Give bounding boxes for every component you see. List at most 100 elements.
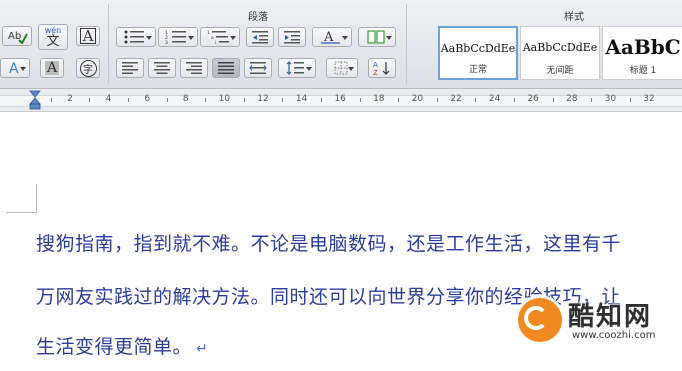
style-heading1-card[interactable]: AaBbC 标题 1 — [602, 26, 682, 80]
ruler-tick-label: 16 — [334, 94, 346, 104]
text-direction-button[interactable]: A — [312, 27, 352, 47]
character-border-char: A — [79, 28, 97, 44]
borders-icon — [334, 61, 348, 75]
page-margin-corner — [6, 184, 37, 213]
sort-button[interactable]: AZ — [368, 58, 396, 78]
style-normal-card[interactable]: AaBbCcDdEe 正常 — [438, 26, 518, 80]
group-separator — [108, 4, 109, 84]
paragraph-group-title: 段落 — [248, 12, 268, 23]
watermark-title: 酷知网 — [568, 302, 653, 332]
bullet-list-icon — [124, 30, 144, 44]
distributed-button[interactable] — [244, 58, 272, 78]
enclose-characters-button[interactable]: 字 — [76, 58, 100, 78]
align-center-button[interactable] — [148, 58, 176, 78]
borders-button[interactable] — [326, 58, 358, 78]
ruler-tick-mark — [320, 98, 322, 102]
document-line-1[interactable]: 搜狗指南，指到就不难。不论是电脑数码，还是工作生活，这里有千 — [36, 229, 621, 256]
ruler-tick-mark — [282, 98, 284, 102]
columns-icon — [367, 30, 385, 44]
svg-text:Z: Z — [373, 69, 378, 76]
watermark: 酷知网 www.coozhi.com — [514, 292, 682, 350]
decrease-indent-icon — [252, 31, 268, 44]
align-right-button[interactable] — [180, 58, 208, 78]
paragraph-mark-icon: ↵ — [196, 341, 209, 357]
ruler-tick-mark — [475, 98, 477, 102]
ruler-tick-label: 4 — [105, 94, 112, 104]
ruler-tick-label: 12 — [257, 94, 269, 104]
ruler-tick-label: 32 — [643, 94, 655, 104]
align-center-icon — [154, 62, 170, 74]
numbering-button[interactable]: 123 — [158, 27, 198, 47]
ruler-tick-mark — [513, 98, 515, 102]
ruler-tick-mark — [205, 98, 207, 102]
ruler-tick-label: 30 — [604, 94, 617, 104]
ruler-tick-mark — [166, 98, 168, 102]
style-heading1-name: 标题 1 — [629, 66, 657, 76]
horizontal-ruler[interactable]: 2 4 6 8 10 12 14 16 18 20 22 24 26 28 30 32 — [0, 89, 682, 112]
ruler-tick-label: 26 — [527, 94, 539, 104]
ruler-tick-label: 28 — [566, 94, 578, 104]
document-line-3-text: 生活变得更简单。 — [36, 336, 193, 358]
ruler-tick-label: 6 — [144, 94, 151, 104]
ruler-tick-mark — [50, 98, 52, 102]
spell-check-icon: Ab — [8, 31, 28, 44]
ruler-tick-label: 20 — [411, 94, 424, 104]
ruler-tick-mark — [359, 98, 361, 102]
style-normal-name: 正常 — [468, 65, 487, 75]
columns-button[interactable] — [358, 27, 396, 47]
character-border-button[interactable]: A — [76, 26, 100, 46]
ruler-tick-label: 22 — [450, 94, 462, 104]
multilevel-list-icon: 1ai — [207, 30, 229, 44]
align-right-icon — [186, 62, 202, 74]
watermark-url: www.coozhi.com — [572, 330, 656, 341]
svg-text:a: a — [211, 36, 214, 41]
ruler-tick-label: 14 — [295, 94, 308, 104]
ruler-tick-mark — [127, 98, 129, 102]
document-line-3[interactable]: 生活变得更简单。 ↵ — [36, 332, 208, 359]
align-left-icon — [122, 62, 138, 74]
group-separator — [406, 4, 407, 84]
character-shading-char: A — [44, 60, 60, 76]
phonetic-char: 文 — [46, 33, 60, 49]
indent-marker-icon[interactable] — [29, 90, 41, 110]
svg-text:1: 1 — [207, 30, 210, 36]
text-highlight-button[interactable]: A — [0, 58, 30, 78]
increase-indent-button[interactable] — [278, 27, 306, 47]
style-no-spacing-sample: AaBbCcDdEe — [522, 41, 598, 54]
ruler-tick-mark — [436, 98, 438, 102]
justify-button[interactable] — [212, 58, 240, 78]
justify-icon — [218, 62, 234, 74]
ruler-tick-mark — [552, 98, 554, 102]
svg-text:A: A — [9, 61, 19, 76]
ruler-tick-label: 24 — [488, 94, 501, 104]
svg-text:3: 3 — [165, 40, 168, 44]
style-no-spacing-name: 无间距 — [546, 66, 574, 76]
ruler-tick-mark — [243, 98, 245, 102]
style-no-spacing-card[interactable]: AaBbCcDdEe 无间距 — [520, 26, 600, 80]
character-shading-button[interactable]: A — [40, 58, 64, 78]
highlight-a-icon: A — [9, 61, 19, 76]
style-normal-sample: AaBbCcDdEe — [440, 42, 516, 55]
align-left-button[interactable] — [116, 58, 144, 78]
ruler-tick-label: 18 — [373, 94, 385, 104]
phonetic-guide-button[interactable]: wén 文 — [38, 24, 68, 50]
watermark-logo-icon — [518, 298, 562, 342]
sort-az-icon: AZ — [373, 61, 390, 76]
ruler-tick-mark — [629, 98, 631, 102]
style-heading1-sample: AaBbC — [605, 35, 681, 59]
text-effects-button[interactable]: Ab — [2, 26, 32, 46]
watermark-logo-ring — [524, 306, 548, 330]
text-direction-icon: A — [321, 30, 340, 45]
ruler-tick-mark — [89, 98, 91, 102]
ruler-tick-label: 10 — [218, 94, 231, 104]
multilevel-list-button[interactable]: 1ai — [200, 27, 240, 47]
ruler-tick-mark — [398, 98, 400, 102]
bullets-button[interactable] — [116, 27, 156, 47]
line-spacing-button[interactable] — [278, 58, 316, 78]
ruler-tick-label: 2 — [67, 94, 73, 104]
line-spacing-icon — [286, 61, 304, 75]
ruler-tick-label: 8 — [182, 94, 189, 104]
decrease-indent-button[interactable] — [246, 27, 274, 47]
styles-group-title: 样式 — [564, 12, 584, 23]
svg-text:A: A — [373, 61, 378, 69]
